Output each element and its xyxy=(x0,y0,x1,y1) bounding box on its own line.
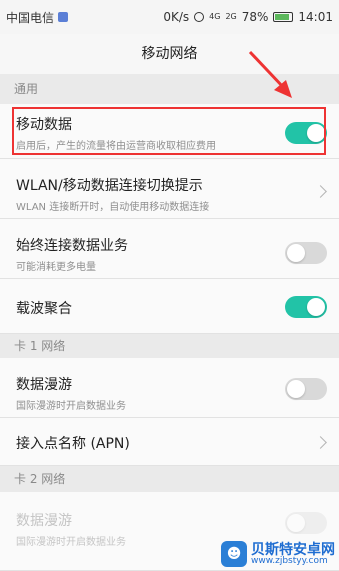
sim-icon xyxy=(58,12,69,22)
carrier-group: 中国电信 xyxy=(6,9,69,26)
network-type: 4G xyxy=(209,12,221,21)
battery-icon xyxy=(273,12,294,22)
network-speed: 0K/s xyxy=(163,10,190,24)
watermark: ☻ 贝斯特安卓网 www.zjbstyy.com xyxy=(221,541,335,567)
row-wlan-switch[interactable]: WLAN/移动数据连接切换提示 WLAN 连接断开时，自动使用移动数据连接 xyxy=(0,159,339,219)
carrier-name: 中国电信 xyxy=(6,10,55,25)
carrier-aggregation-toggle[interactable] xyxy=(285,296,327,318)
wlan-switch-title: WLAN/移动数据连接切换提示 xyxy=(16,178,203,194)
row-roaming-1[interactable]: 数据漫游 国际漫游时开启数据业务 xyxy=(0,358,339,418)
row-always-on[interactable]: 始终连接数据业务 可能消耗更多电量 xyxy=(0,219,339,279)
android-logo-icon: ☻ xyxy=(221,541,247,567)
network-type-secondary: 2G xyxy=(225,12,237,21)
apn1-title: 接入点名称 (APN) xyxy=(16,436,130,452)
always-on-toggle[interactable] xyxy=(285,242,327,264)
alarm-icon xyxy=(194,12,205,22)
wlan-switch-sub: WLAN 连接断开时，自动使用移动数据连接 xyxy=(16,202,210,213)
watermark-url: www.zjbstyy.com xyxy=(251,555,328,566)
roaming1-toggle[interactable] xyxy=(285,378,327,400)
section-card1: 卡 1 网络 xyxy=(0,334,339,358)
status-right: 0K/s 4G 2G 78% 14:01 xyxy=(163,10,333,24)
battery-percent: 78% xyxy=(241,10,269,24)
section-card2: 卡 2 网络 xyxy=(0,466,339,492)
clock: 14:01 xyxy=(298,10,333,24)
red-arrow-icon xyxy=(248,50,292,98)
highlight-box xyxy=(12,107,326,155)
watermark-name: 贝斯特安卓网 xyxy=(251,541,335,558)
status-bar: 中国电信 0K/s 4G 2G 78% 14:01 xyxy=(0,0,339,34)
watermark-text: 贝斯特安卓网 www.zjbstyy.com xyxy=(251,543,335,566)
roaming1-sub: 国际漫游时开启数据业务 xyxy=(16,401,126,412)
roaming2-toggle[interactable] xyxy=(285,512,327,534)
row-apn-1[interactable]: 接入点名称 (APN) xyxy=(0,418,339,466)
row-carrier-aggregation[interactable]: 载波聚合 xyxy=(0,279,339,334)
